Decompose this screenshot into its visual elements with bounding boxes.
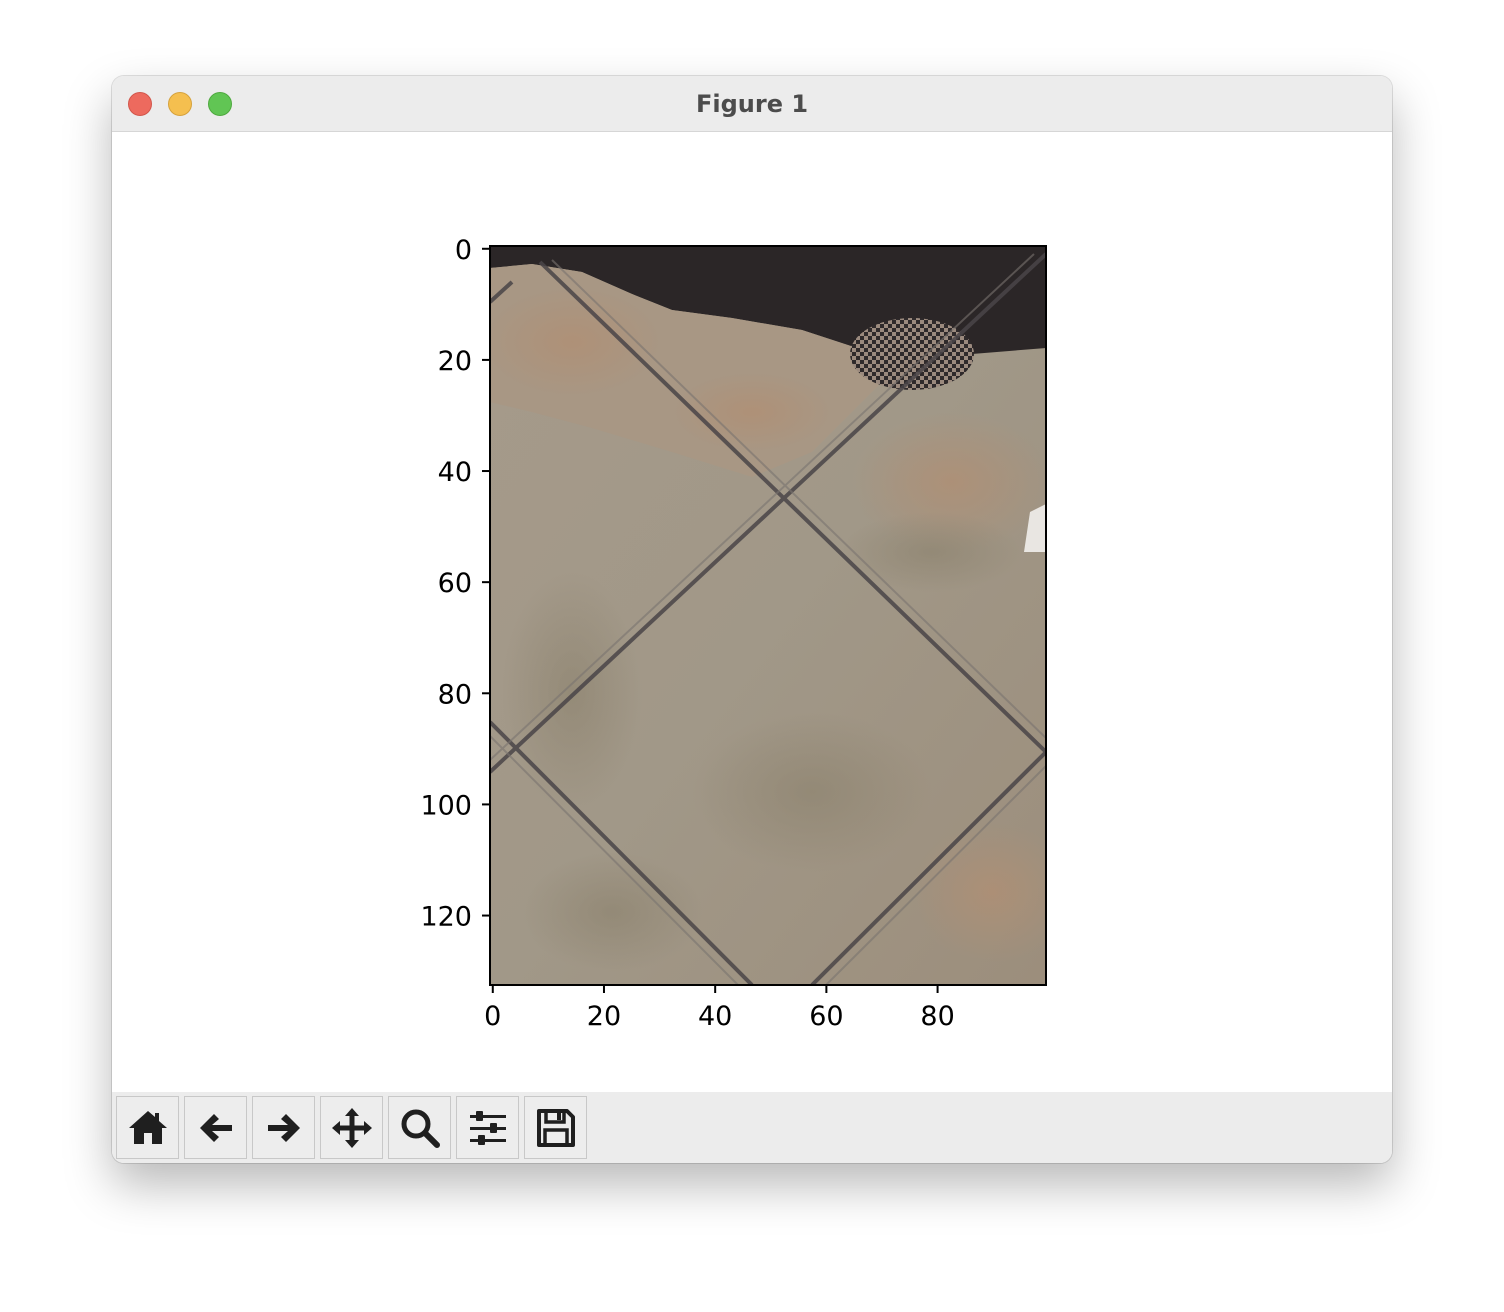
- navigation-toolbar: [112, 1092, 1392, 1163]
- arrow-right-icon: [267, 1113, 300, 1142]
- configure-subplots-button[interactable]: [456, 1096, 519, 1159]
- forward-button[interactable]: [252, 1096, 315, 1159]
- sliders-icon: [469, 1110, 506, 1145]
- x-tick-label: 0: [484, 1001, 501, 1032]
- x-tick-label: 60: [809, 1001, 843, 1032]
- plot-area[interactable]: 0 20 40 60 80 0 20 40 60 80 100 120: [112, 132, 1392, 1092]
- x-tick-label: 20: [587, 1001, 621, 1032]
- x-tick-label: 80: [920, 1001, 954, 1032]
- move-icon: [331, 1107, 372, 1148]
- figure-window: Figure 1 0 20 40 60 80 0 20 40 60 80 100…: [112, 76, 1392, 1163]
- window-title: Figure 1: [695, 90, 809, 118]
- y-tick-label: 0: [455, 235, 472, 266]
- title-bar: Figure 1: [112, 76, 1392, 132]
- zoom-button[interactable]: [388, 1096, 451, 1159]
- home-icon: [128, 1110, 167, 1144]
- y-tick-label: 40: [438, 457, 472, 488]
- y-tick-label: 120: [420, 902, 472, 933]
- back-button[interactable]: [184, 1096, 247, 1159]
- x-tick-label: 40: [698, 1001, 732, 1032]
- floppy-disk-icon: [536, 1108, 575, 1147]
- magnifier-icon: [401, 1109, 440, 1148]
- y-tick-label: 60: [438, 568, 472, 599]
- save-button[interactable]: [524, 1096, 587, 1159]
- y-tick-label: 80: [438, 679, 472, 710]
- figure-canvas[interactable]: 0 20 40 60 80 0 20 40 60 80 100 120: [112, 132, 1392, 1092]
- y-tick-label: 20: [438, 346, 472, 377]
- pan-button[interactable]: [320, 1096, 383, 1159]
- image-display: [490, 246, 1046, 985]
- arrow-left-icon: [199, 1113, 232, 1142]
- home-button[interactable]: [116, 1096, 179, 1159]
- y-tick-label: 100: [420, 790, 472, 821]
